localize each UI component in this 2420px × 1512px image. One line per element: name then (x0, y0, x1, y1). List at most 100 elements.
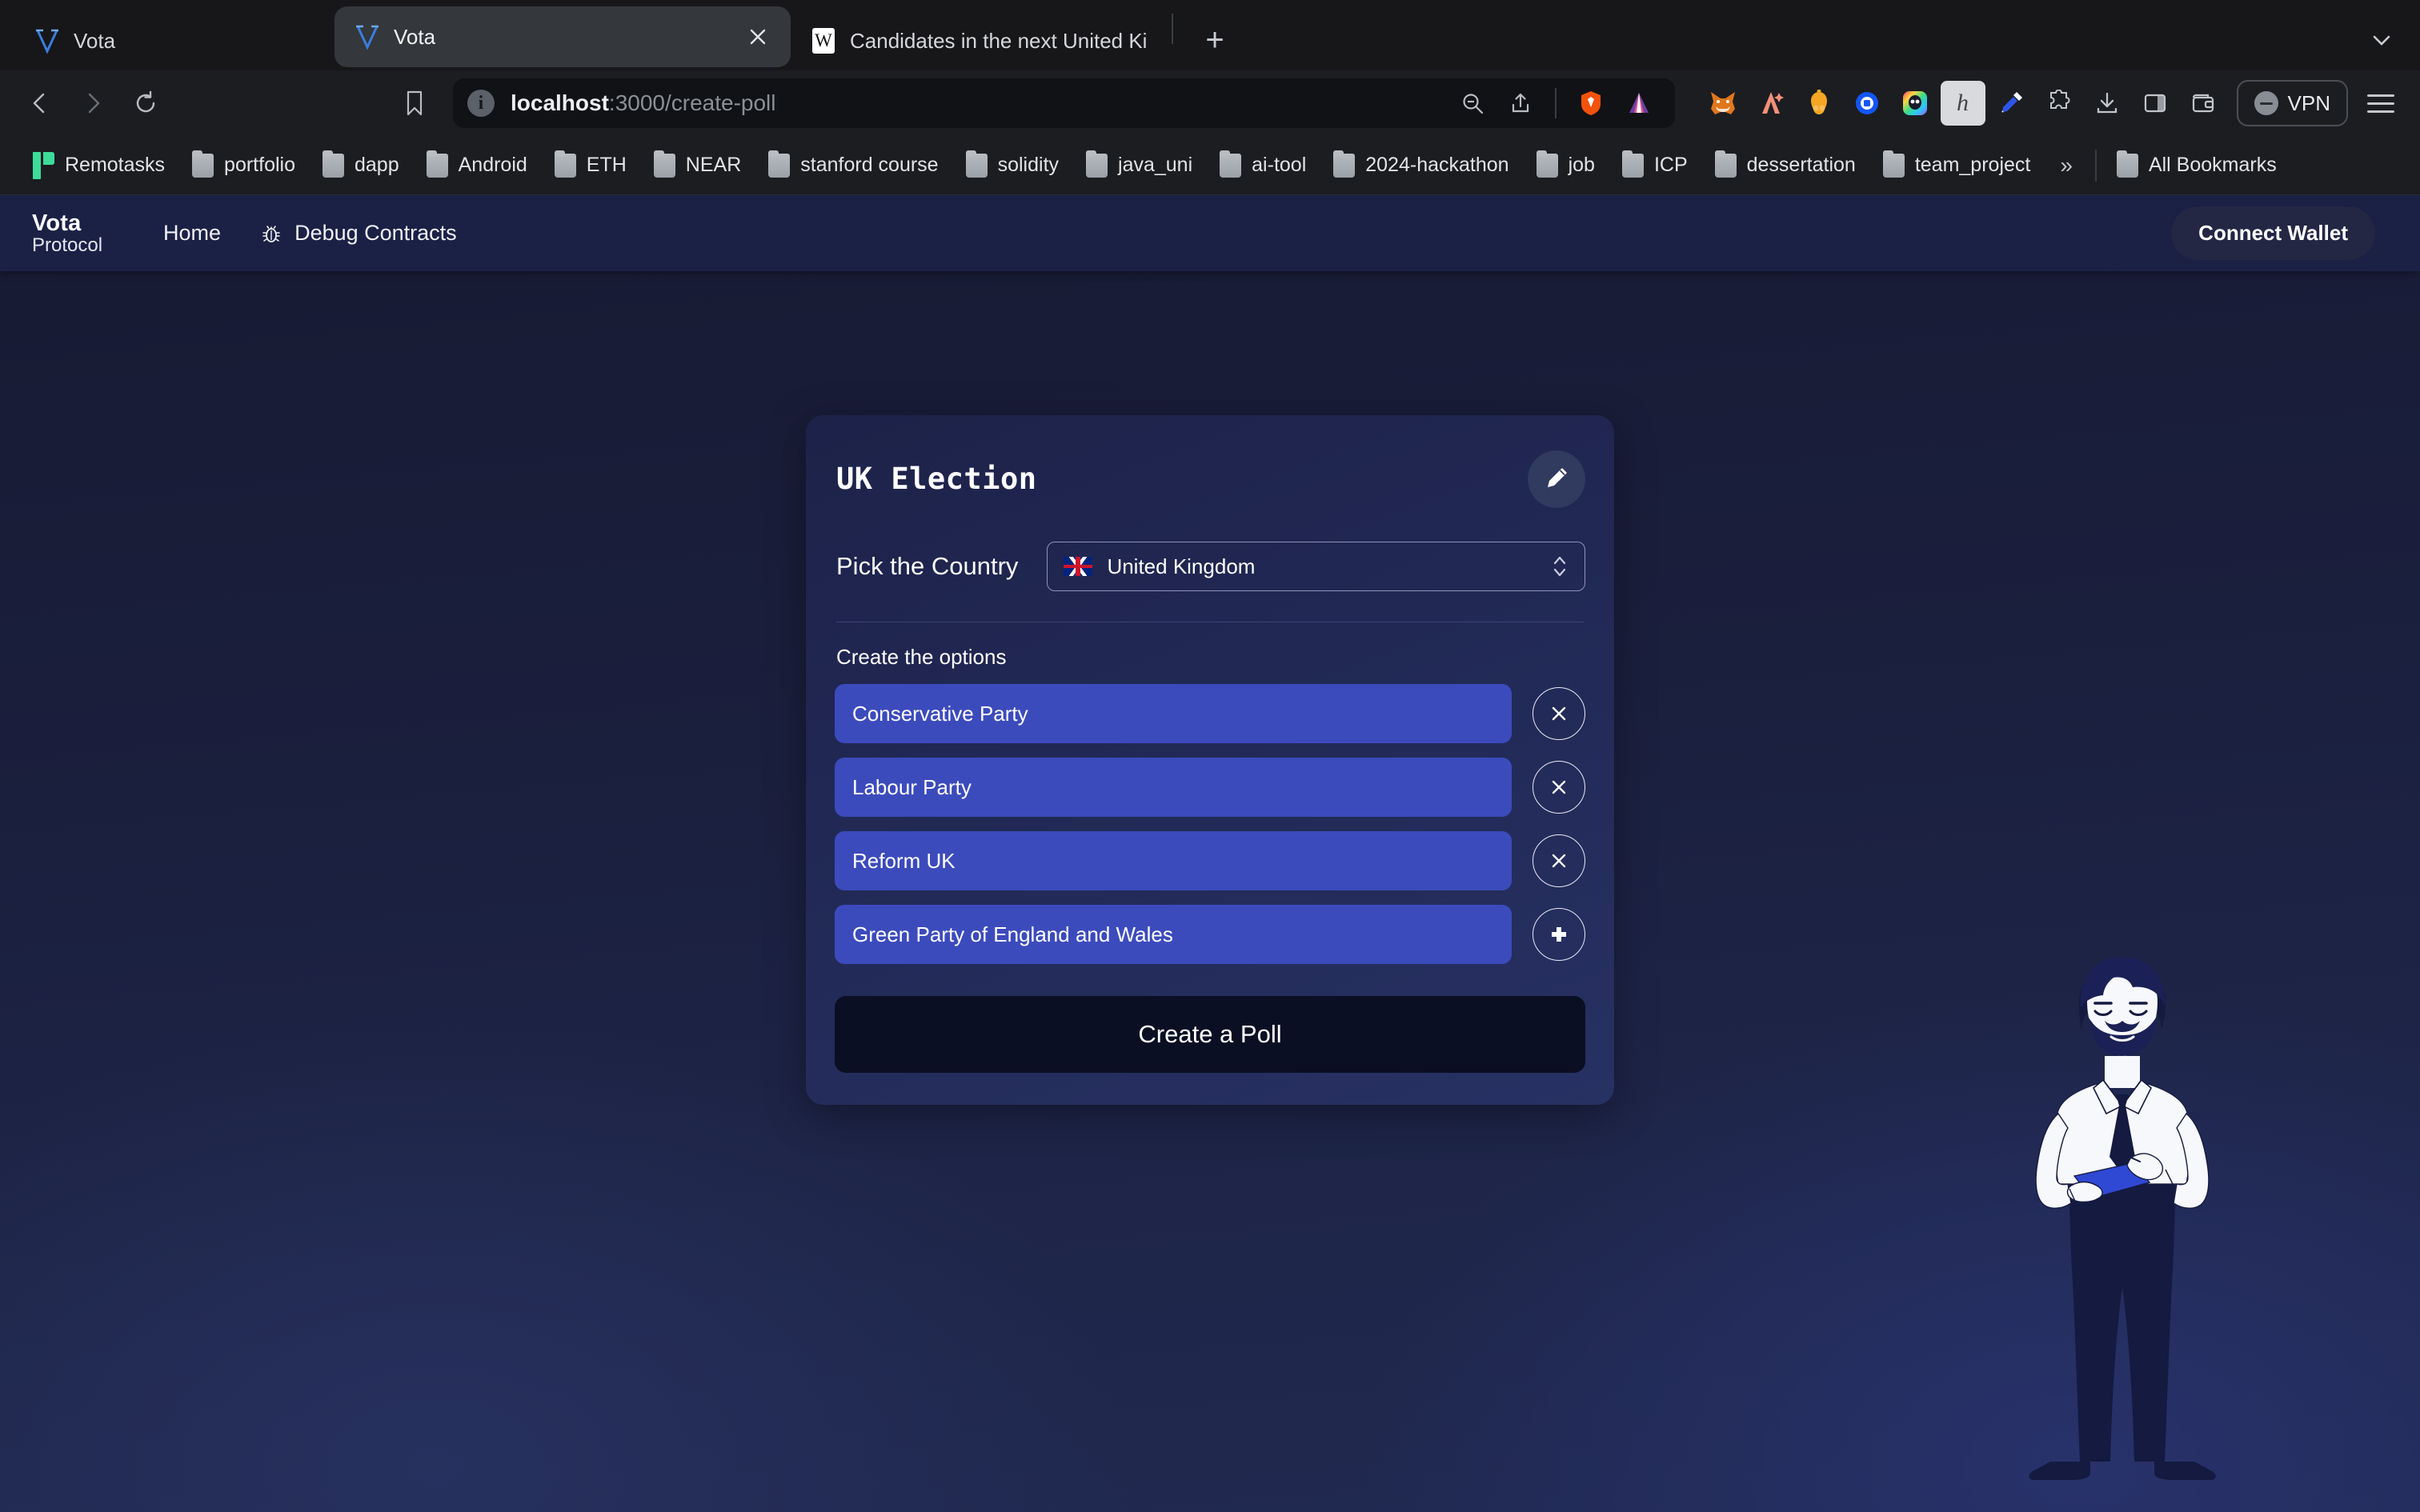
folder-icon (1333, 150, 1356, 178)
bookmark-item-stanford-course[interactable]: stanford course (755, 144, 952, 187)
connect-wallet-button[interactable]: Connect Wallet (2171, 206, 2375, 260)
folder-icon (1621, 150, 1644, 178)
wikipedia-icon: W (810, 27, 837, 54)
bookmark-item-ai-tool[interactable]: ai-tool (1206, 144, 1320, 187)
remotasks-logo-icon (33, 151, 54, 179)
nav-item-home[interactable]: Home (144, 213, 240, 254)
option-input-2[interactable] (835, 758, 1512, 817)
bookmark-item-dessertation[interactable]: dessertation (1701, 144, 1869, 187)
bookmark-label: team_project (1914, 154, 2031, 176)
bookmark-label: ai-tool (1252, 154, 1307, 176)
zoom-out-icon[interactable] (1451, 82, 1494, 125)
new-tab-button[interactable]: + (1192, 18, 1237, 62)
bookmark-item-android[interactable]: Android (413, 144, 541, 187)
bookmarks-divider (2094, 149, 2097, 182)
add-option-button[interactable] (1533, 908, 1585, 961)
back-button[interactable] (16, 79, 64, 127)
browser-tab-active[interactable]: Vota (335, 6, 791, 67)
vpn-label: VPN (2287, 90, 2330, 115)
address-bar-actions (1451, 82, 1661, 125)
bookmark-item-eth[interactable]: ETH (541, 144, 640, 187)
url-host: localhost (511, 90, 609, 115)
option-input-4[interactable] (835, 905, 1512, 964)
close-icon[interactable] (744, 23, 771, 50)
metamask-extension-icon[interactable] (1701, 81, 1745, 126)
reload-button[interactable] (122, 79, 170, 127)
bookmark-item-remotasks[interactable]: Remotasks (19, 144, 178, 187)
extension-icons: h VPN (1701, 80, 2404, 126)
flag-uk-icon (1064, 557, 1093, 576)
sidebar-toggle-icon[interactable] (2133, 81, 2178, 126)
bookmark-item-icp[interactable]: ICP (1609, 144, 1701, 187)
brave-shields-icon[interactable] (1569, 82, 1613, 125)
bookmark-label: 2024-hackathon (1365, 154, 1509, 176)
bookmark-label: portfolio (224, 154, 295, 176)
eyedropper-extension-icon[interactable] (1989, 81, 2033, 126)
bookmark-label: Remotasks (65, 154, 166, 176)
tab-title: Candidates in the next United King (850, 28, 1148, 53)
bookmark-item-job[interactable]: job (1523, 144, 1609, 187)
country-selected-value: United Kingdom (1107, 554, 1256, 578)
pencil-icon (1543, 465, 1570, 494)
folder-icon (768, 150, 791, 178)
share-icon[interactable] (1499, 82, 1542, 125)
url-text: localhost:3000/create-poll (511, 90, 776, 116)
folder-icon (1220, 150, 1242, 178)
create-poll-button[interactable]: Create a Poll (835, 996, 1585, 1073)
brand-logo[interactable]: Vota Protocol (32, 210, 103, 257)
site-info-icon[interactable]: i (467, 90, 495, 117)
bookmark-item-solidity[interactable]: solidity (952, 144, 1072, 187)
option-row (835, 905, 1585, 964)
downloads-icon[interactable] (2085, 81, 2130, 126)
bookmark-label: Android (458, 154, 527, 176)
browser-chrome: Vota Vota W Candidates in the next Unite… (0, 0, 2420, 195)
toolbar-divider (1554, 88, 1557, 118)
nav-item-debug-contracts[interactable]: Debug Contracts (240, 213, 476, 254)
vpn-button[interactable]: VPN (2236, 80, 2348, 126)
remove-option-button-1[interactable] (1533, 687, 1585, 740)
bookmark-item-near[interactable]: NEAR (640, 144, 755, 187)
bookmark-label: NEAR (685, 154, 742, 176)
brave-leo-icon[interactable] (1617, 82, 1661, 125)
bookmark-label: job (1568, 154, 1595, 176)
keplr-extension-icon[interactable] (1797, 81, 1841, 126)
phantom-extension-icon[interactable] (1749, 81, 1793, 126)
browser-tab-pinned[interactable]: Vota (14, 11, 335, 70)
bookmark-item-team-project[interactable]: team_project (1869, 144, 2045, 187)
chevron-updown-icon (1551, 552, 1569, 581)
remove-option-button-3[interactable] (1533, 834, 1585, 887)
bookmark-item-dapp[interactable]: dapp (309, 144, 413, 187)
all-bookmarks-button[interactable]: All Bookmarks (2103, 144, 2290, 187)
okx-wallet-extension-icon[interactable] (1845, 81, 1889, 126)
address-bar[interactable]: i localhost:3000/create-poll (453, 78, 1675, 128)
bookmark-icon[interactable] (391, 79, 439, 127)
brand-subtitle: Protocol (32, 234, 103, 257)
bookmark-label: ICP (1653, 154, 1688, 176)
bookmark-item-java-uni[interactable]: java_uni (1072, 144, 1206, 187)
option-row (835, 684, 1585, 743)
bookmark-label: dapp (355, 154, 399, 176)
bookmarks-bar: Remotasks portfolio dapp Android ETH NEA… (0, 136, 2420, 195)
bookmark-item-portfolio[interactable]: portfolio (178, 144, 309, 187)
browser-tab-wikipedia[interactable]: W Candidates in the next United King (791, 11, 1167, 70)
rainbow-wallet-extension-icon[interactable] (1893, 81, 1937, 126)
bookmark-label: stanford course (800, 154, 939, 176)
edit-title-button[interactable] (1528, 450, 1585, 508)
bookmarks-overflow-button[interactable]: » (2044, 153, 2089, 178)
options-label: Create the options (836, 645, 1007, 669)
option-row (835, 831, 1585, 890)
forward-button[interactable] (69, 79, 117, 127)
browser-menu-icon[interactable] (2358, 80, 2404, 126)
folder-icon (2116, 150, 2138, 178)
wallet-icon[interactable] (2181, 81, 2226, 126)
chevron-down-icon[interactable] (2358, 16, 2406, 64)
country-select[interactable]: United Kingdom (1047, 542, 1585, 591)
bookmark-label: All Bookmarks (2148, 154, 2277, 176)
remove-option-button-2[interactable] (1533, 761, 1585, 814)
puzzle-extensions-icon[interactable] (2037, 81, 2081, 126)
option-input-3[interactable] (835, 831, 1512, 890)
bookmark-item-2024-hackathon[interactable]: 2024-hackathon (1320, 144, 1522, 187)
honey-extension-icon[interactable]: h (1940, 81, 1985, 126)
option-input-1[interactable] (835, 684, 1512, 743)
tab-strip: Vota Vota W Candidates in the next Unite… (0, 0, 2420, 70)
